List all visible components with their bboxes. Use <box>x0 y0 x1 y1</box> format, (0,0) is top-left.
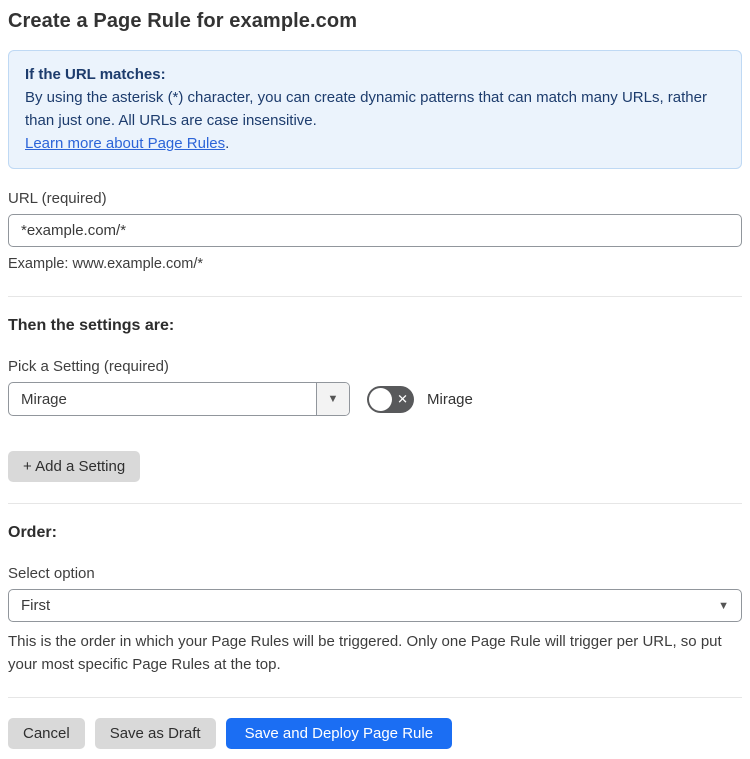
order-select[interactable]: First ▼ <box>8 589 742 622</box>
chevron-down-icon[interactable]: ▼ <box>316 383 349 415</box>
info-box-heading: If the URL matches: <box>25 66 166 83</box>
url-match-info-box: If the URL matches: By using the asteris… <box>8 50 742 169</box>
setting-dropdown[interactable]: Mirage ▼ <box>8 382 350 416</box>
settings-section-heading: Then the settings are: <box>8 317 175 334</box>
save-as-draft-button[interactable]: Save as Draft <box>94 718 216 749</box>
info-box-link-line: Learn more about Page Rules. <box>25 132 725 155</box>
setting-row: Mirage ▼ ✕ Mirage <box>8 382 742 416</box>
url-field-helper: Example: www.example.com/* <box>8 256 204 272</box>
page-rule-form: Create a Page Rule for example.com If th… <box>0 0 750 759</box>
footer-buttons: Cancel Save as Draft Save and Deploy Pag… <box>8 718 742 749</box>
info-box-body: By using the asterisk (*) character, you… <box>25 89 707 129</box>
chevron-down-icon: ▼ <box>718 599 729 612</box>
add-setting-button[interactable]: + Add a Setting <box>8 451 141 482</box>
link-suffix: . <box>225 135 230 152</box>
order-select-label: Select option <box>8 565 95 582</box>
toggle-knob <box>369 387 392 411</box>
page-title: Create a Page Rule for example.com <box>8 10 358 32</box>
learn-more-link[interactable]: Learn more about Page Rules <box>25 135 225 152</box>
divider <box>8 296 742 297</box>
url-input[interactable] <box>8 214 742 247</box>
order-helper-text: This is the order in which your Page Rul… <box>8 633 722 673</box>
pick-setting-label: Pick a Setting (required) <box>8 358 169 375</box>
order-section-heading: Order: <box>8 524 57 541</box>
toggle-label: Mirage <box>427 390 473 408</box>
save-and-deploy-button[interactable]: Save and Deploy Page Rule <box>225 718 453 749</box>
order-select-value: First <box>21 597 51 614</box>
divider <box>8 697 742 698</box>
divider <box>8 503 742 504</box>
cancel-button[interactable]: Cancel <box>8 718 85 749</box>
url-field-label: URL (required) <box>8 190 107 207</box>
setting-dropdown-value: Mirage <box>21 390 67 408</box>
mirage-toggle[interactable]: ✕ <box>367 385 414 413</box>
x-icon: ✕ <box>397 391 408 407</box>
